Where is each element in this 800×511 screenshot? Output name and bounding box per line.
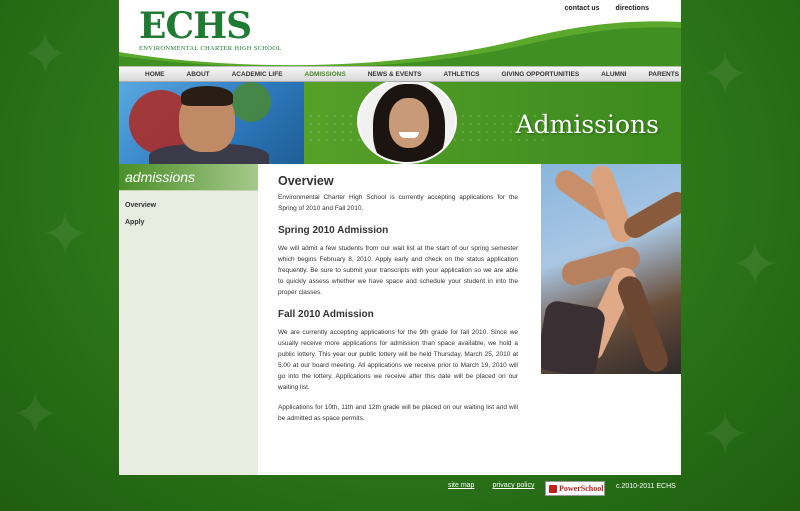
main-content: Overview Environmental Charter High Scho… bbox=[258, 164, 681, 475]
leaf-pattern-decoration: ✦ bbox=[10, 380, 61, 450]
top-links: contact us directions bbox=[565, 5, 649, 12]
nav-item-parents[interactable]: PARENTS bbox=[648, 71, 679, 78]
nav-item-academic-life[interactable]: ACADEMIC LIFE bbox=[232, 71, 283, 78]
upper-grades-text: Applications for 10th, 11th and 12th gra… bbox=[278, 404, 518, 422]
contact-us-link[interactable]: contact us bbox=[565, 5, 600, 12]
privacy-policy-link[interactable]: privacy policy bbox=[492, 482, 534, 489]
leaf-pattern-decoration: ✦ bbox=[40, 200, 91, 270]
main-nav: HOME ABOUT ACADEMIC LIFE ADMISSIONS NEWS… bbox=[119, 66, 681, 82]
page-title: Overview bbox=[278, 174, 334, 188]
sidebar-heading-text: admissions bbox=[125, 169, 196, 185]
leaf-pattern-decoration: ✦ bbox=[20, 20, 71, 90]
logo-subtitle: ENVIRONMENTAL CHARTER HIGH SCHOOL bbox=[139, 45, 282, 52]
nav-item-alumni[interactable]: ALUMNI bbox=[601, 71, 626, 78]
site-header: ECHS ENVIRONMENTAL CHARTER HIGH SCHOOL c… bbox=[119, 0, 681, 66]
site-footer: site map privacy policy PowerSchool c.20… bbox=[119, 475, 681, 511]
banner-photo-student-girl bbox=[357, 82, 457, 164]
spring-admission-text: We will admit a few students from our wa… bbox=[278, 245, 518, 296]
logo-wordmark: ECHS bbox=[139, 5, 252, 47]
school-logo[interactable]: ECHS ENVIRONMENTAL CHARTER HIGH SCHOOL bbox=[139, 8, 282, 52]
sidebar: admissions Overview Apply bbox=[119, 164, 258, 475]
banner-photo-student-boy bbox=[119, 82, 304, 164]
nav-item-about[interactable]: ABOUT bbox=[187, 71, 210, 78]
fall-admission-text: We are currently accepting applications … bbox=[278, 329, 518, 391]
fall-admission-heading: Fall 2010 Admission bbox=[278, 309, 374, 320]
article: Overview Environmental Charter High Scho… bbox=[278, 174, 518, 424]
sidebar-heading: admissions bbox=[119, 164, 258, 191]
spring-admission-heading: Spring 2010 Admission bbox=[278, 225, 389, 236]
banner-title: Admissions bbox=[515, 110, 659, 139]
nav-item-giving-opportunities[interactable]: GIVING OPPORTUNITIES bbox=[502, 71, 580, 78]
leaf-pattern-decoration: ✦ bbox=[700, 40, 751, 110]
intro-paragraph: Environmental Charter High School is cur… bbox=[278, 194, 518, 212]
nav-item-athletics[interactable]: ATHLETICS bbox=[444, 71, 480, 78]
copyright: c.2010-2011 ECHS bbox=[616, 483, 676, 490]
nav-item-admissions[interactable]: ADMISSIONS bbox=[305, 71, 346, 78]
powerschool-label: PowerSchool bbox=[559, 484, 604, 493]
leaf-pattern-decoration: ✦ bbox=[700, 400, 751, 470]
footer-links: site map privacy policy bbox=[448, 482, 534, 489]
nav-item-home[interactable]: HOME bbox=[145, 71, 165, 78]
powerschool-icon bbox=[549, 484, 557, 493]
site-map-link[interactable]: site map bbox=[448, 482, 474, 489]
page-container: ECHS ENVIRONMENTAL CHARTER HIGH SCHOOL c… bbox=[119, 0, 681, 511]
directions-link[interactable]: directions bbox=[616, 5, 649, 12]
page-banner: Admissions bbox=[119, 82, 681, 164]
hands-together-photo bbox=[541, 164, 681, 374]
sidebar-item-apply[interactable]: Apply bbox=[119, 219, 258, 226]
leaf-pattern-decoration: ✦ bbox=[730, 230, 781, 300]
nav-item-news-events[interactable]: NEWS & EVENTS bbox=[368, 71, 422, 78]
powerschool-badge[interactable]: PowerSchool bbox=[545, 481, 605, 496]
sidebar-item-overview[interactable]: Overview bbox=[119, 202, 258, 209]
